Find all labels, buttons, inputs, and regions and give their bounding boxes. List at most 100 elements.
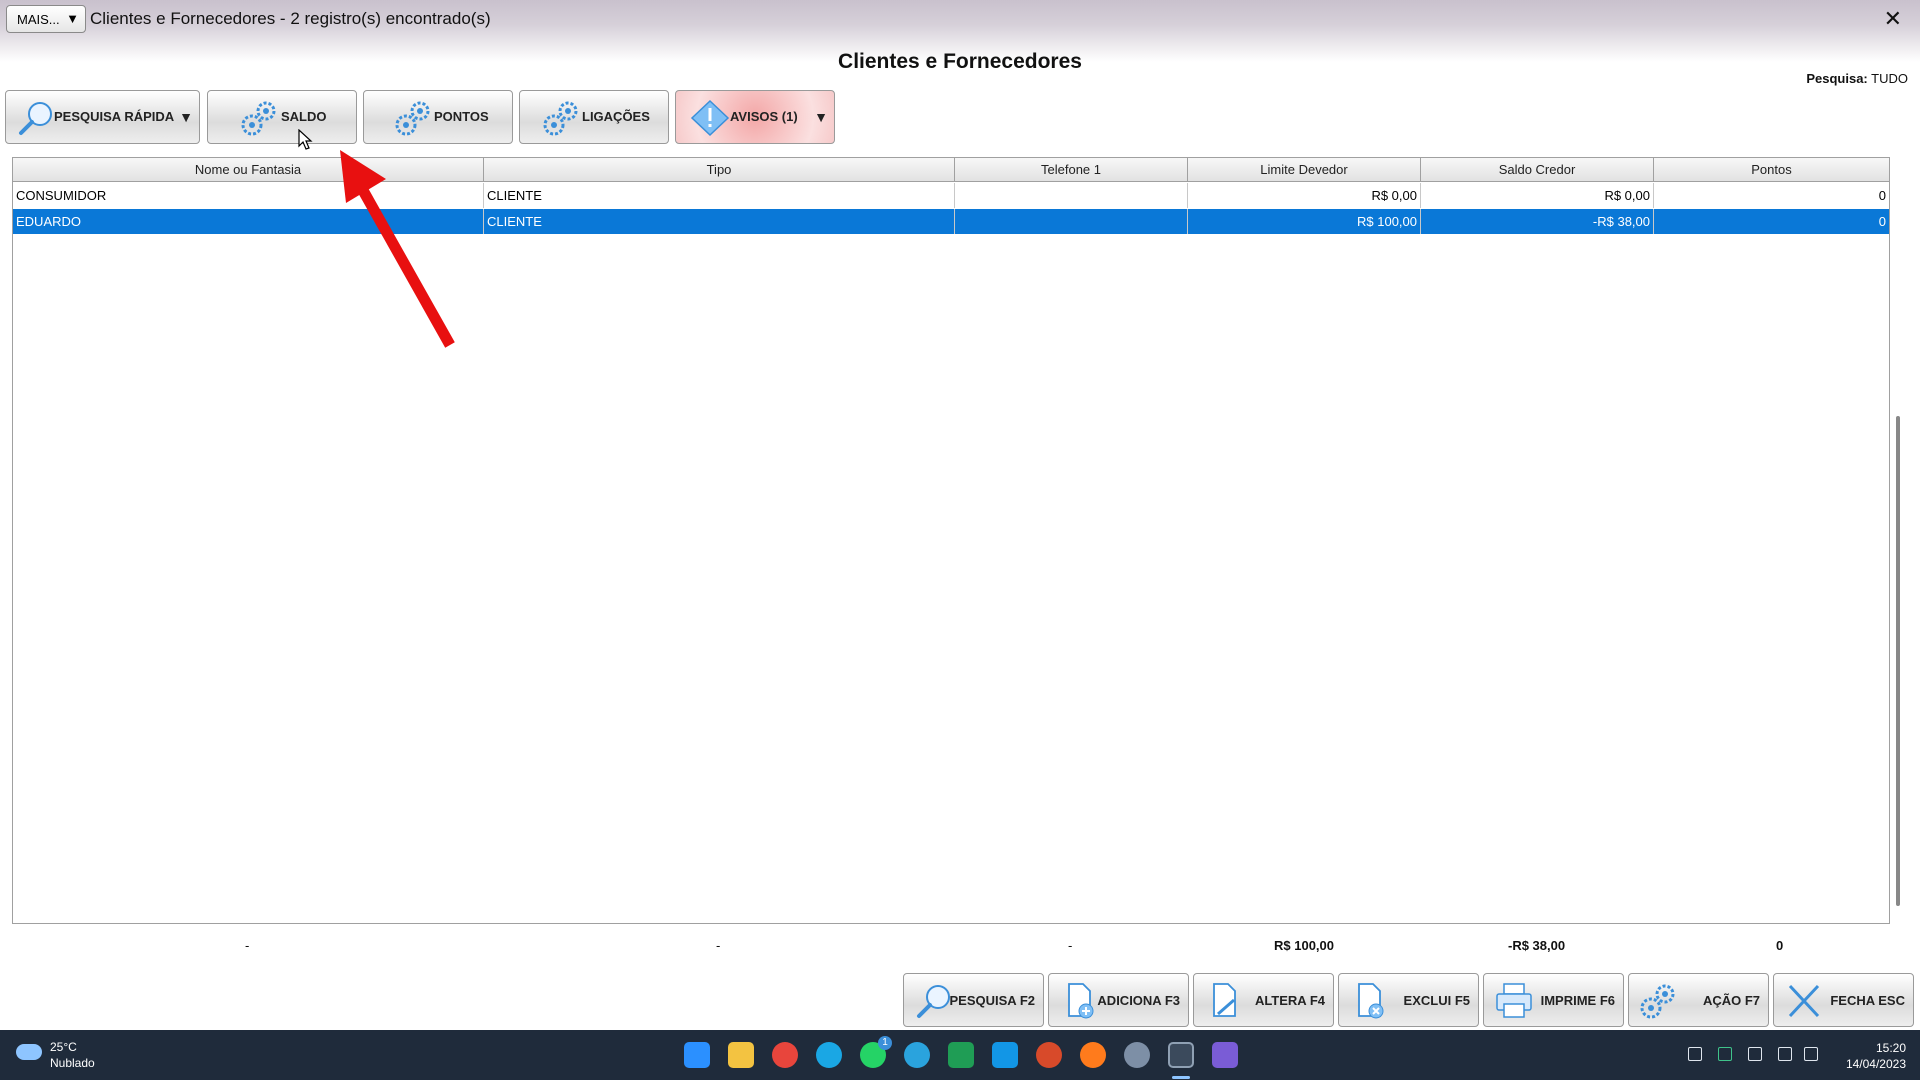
cell-points: 0 [1878,188,1886,203]
print-f6-label: IMPRIME F6 [1540,993,1615,1008]
cell-debt-limit: R$ 100,00 [1188,209,1421,234]
table-header: Nome ou Fantasia Tipo Telefone 1 Limite … [13,158,1889,182]
gears-icon [395,101,430,136]
more-menu-button[interactable]: MAIS... ▼ [6,5,86,33]
total-type: - [716,938,721,953]
warnings-dropdown-icon[interactable]: ▼ [814,109,828,125]
file-explorer-icon[interactable] [728,1042,754,1068]
gears-icon [241,101,276,136]
delete-document-icon [1358,983,1384,1019]
spreadsheet-icon[interactable] [948,1042,974,1068]
printer-icon [1496,983,1532,1018]
print-f6-button[interactable]: IMPRIME F6 [1483,973,1624,1027]
add-f3-button[interactable]: ADICIONA F3 [1048,973,1189,1027]
edit-f4-button[interactable]: ALTERA F4 [1193,973,1334,1027]
close-esc-label: FECHA ESC [1830,993,1905,1008]
annotation-arrow-icon [340,150,455,348]
search-scope-value: TUDO [1871,71,1908,86]
page-title: Clientes e Fornecedores [838,50,1082,73]
cell-credit-balance: -R$ 38,00 [1421,209,1654,234]
edit-document-icon [1213,983,1236,1017]
total-points: 0 [1776,938,1784,953]
weather-condition: Nublado [50,1056,95,1070]
warnings-button[interactable]: AVISOS (1) ▼ [675,90,835,144]
settings-icon[interactable] [1124,1042,1150,1068]
calls-label: LIGAÇÕES [582,109,650,124]
usb-icon[interactable] [1688,1047,1702,1061]
cell-points: 0 [1878,214,1886,229]
clock-date: 14/04/2023 [1845,1057,1906,1071]
search-scope: Pesquisa: TUDO [1806,71,1908,86]
cell-type: CLIENTE [484,209,955,234]
quick-search-dropdown-icon[interactable]: ▼ [179,109,193,125]
cloud-icon [16,1044,42,1060]
windows-start-icon[interactable] [684,1042,710,1068]
vertical-scrollbar[interactable] [1896,416,1900,906]
cell-type: CLIENTE [484,183,955,208]
edit-f4-label: ALTERA F4 [1254,993,1325,1008]
window-title: Clientes e Fornecedores - 2 registro(s) … [90,9,491,28]
volume-icon[interactable] [1804,1047,1818,1061]
whatsapp-badge: 1 [878,1036,892,1050]
close-icon[interactable]: ✕ [1884,6,1902,32]
close-icon [1788,984,1820,1018]
whatsapp-icon[interactable]: 1 [860,1036,892,1068]
total-credit-balance: -R$ 38,00 [1508,938,1566,953]
delete-f5-label: EXCLUI F5 [1403,993,1470,1008]
onedrive-icon[interactable] [1748,1047,1762,1061]
clock[interactable]: 15:20 14/04/2023 [1846,1040,1906,1072]
erp-app-icon[interactable] [1168,1042,1194,1068]
table-row[interactable]: CONSUMIDOR CLIENTE R$ 0,00 R$ 0,00 0 [13,183,1889,208]
clients-table[interactable]: Nome ou Fantasia Tipo Telefone 1 Limite … [12,157,1890,924]
app-icon[interactable] [1036,1042,1062,1068]
delete-f5-button[interactable]: EXCLUI F5 [1338,973,1479,1027]
cell-debt-limit: R$ 0,00 [1188,183,1421,208]
column-header-points[interactable]: Pontos [1654,158,1889,182]
table-row-selected[interactable]: EDUARDO CLIENTE R$ 100,00 -R$ 38,00 0 [13,209,1889,234]
column-header-phone[interactable]: Telefone 1 [955,158,1188,182]
clock-time: 15:20 [1875,1041,1906,1055]
app-window: MAIS... ▼ Clientes e Fornecedores - 2 re… [0,0,1920,1030]
close-esc-button[interactable]: FECHA ESC [1773,973,1914,1027]
total-debt-limit: R$ 100,00 [1274,938,1334,953]
points-button[interactable]: PONTOS [363,90,513,144]
security-icon[interactable] [1718,1047,1732,1061]
mouse-cursor-icon [298,129,313,150]
search-scope-label: Pesquisa: [1806,71,1868,86]
column-header-debt-limit[interactable]: Limite Devedor [1188,158,1421,182]
magnifier-icon [19,102,52,135]
quick-search-label: PESQUISA RÁPIDA [54,109,175,124]
action-f7-button[interactable]: AÇÃO F7 [1628,973,1769,1027]
total-name: - [245,938,250,953]
weather-temperature: 25°C [50,1040,77,1054]
network-icon[interactable] [1778,1047,1792,1061]
column-header-type[interactable]: Tipo [484,158,955,182]
more-menu-label: MAIS... [17,11,60,27]
remote-desktop-icon[interactable] [992,1042,1018,1068]
active-app-indicator [1172,1076,1190,1079]
cell-phone [955,209,1188,234]
balance-button[interactable]: SALDO [207,90,357,144]
edge-icon[interactable] [816,1042,842,1068]
total-phone: - [1068,938,1073,953]
calls-button[interactable]: LIGAÇÕES [519,90,669,144]
chevron-down-icon: ▼ [66,11,79,26]
column-header-credit-balance[interactable]: Saldo Credor [1421,158,1654,182]
gears-icon [543,101,578,136]
add-f3-label: ADICIONA F3 [1097,993,1180,1008]
telegram-icon[interactable] [904,1042,930,1068]
cell-credit-balance: R$ 0,00 [1421,183,1654,208]
search-f2-button[interactable]: PESQUISA F2 [903,973,1044,1027]
taskbar: 25°C Nublado 1 15:20 14/04/2023 [0,1030,1920,1080]
media-app-icon[interactable] [1212,1042,1238,1068]
chrome-icon[interactable] [772,1042,798,1068]
quick-search-button[interactable]: PESQUISA RÁPIDA ▼ [5,90,200,144]
gears-icon [1640,984,1675,1019]
add-document-icon [1068,983,1094,1019]
balance-label: SALDO [281,109,327,124]
cell-phone [955,183,1188,208]
firefox-icon[interactable] [1080,1042,1106,1068]
warnings-label: AVISOS (1) [730,109,798,124]
search-f2-label: PESQUISA F2 [949,993,1035,1008]
magnifier-icon [917,985,950,1018]
